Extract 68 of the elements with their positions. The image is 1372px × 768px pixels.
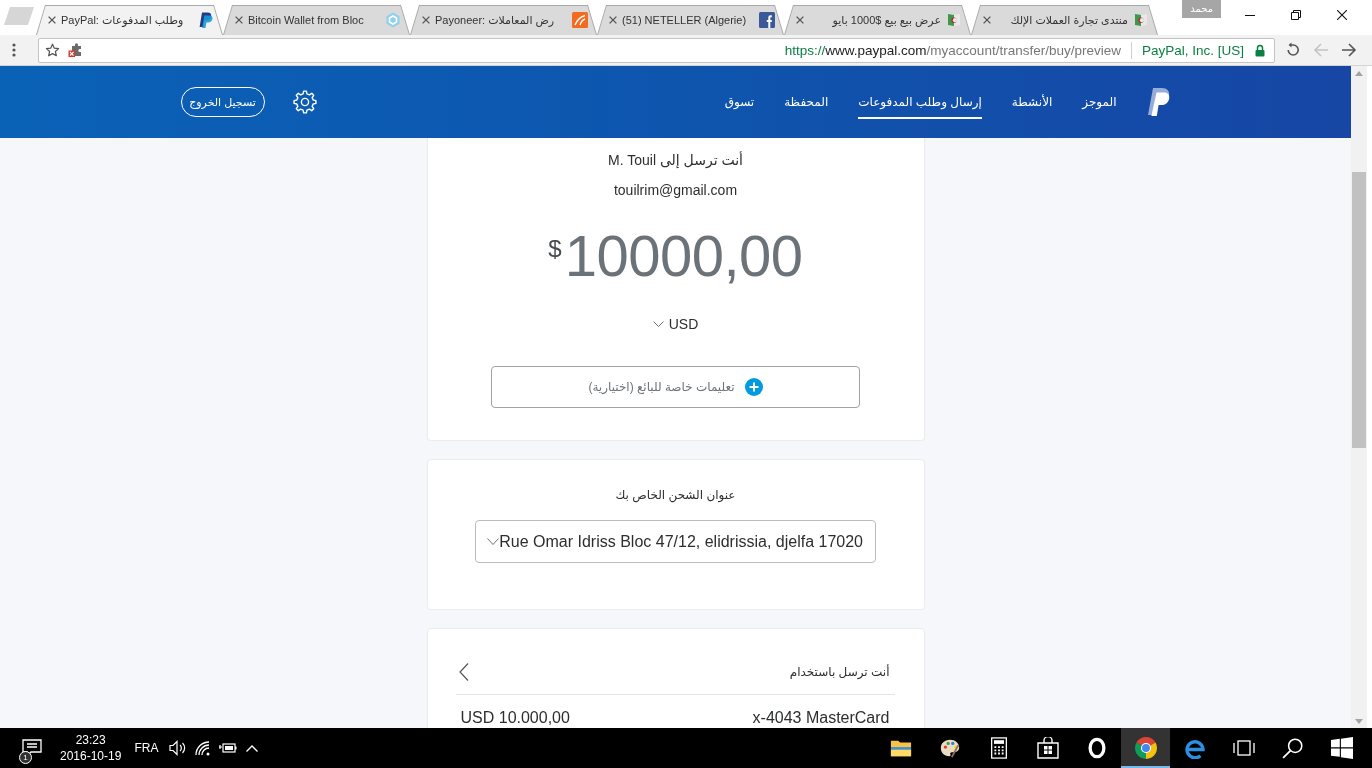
round-logo-icon (1134, 737, 1157, 759)
search-icon (1281, 737, 1304, 759)
close-icon[interactable] (983, 16, 991, 24)
arrow-right-icon[interactable] (1341, 42, 1357, 58)
taskbar-button[interactable] (1121, 728, 1170, 768)
nav-link[interactable]: إرسال وطلب المدفوعات (858, 85, 982, 119)
close-icon[interactable] (422, 16, 430, 24)
caret-up-icon[interactable] (246, 744, 259, 752)
browser-tab[interactable]: Payoneer: رض المعاملات (410, 5, 597, 35)
close-icon[interactable] (609, 16, 617, 24)
currency-symbol: $ (548, 237, 562, 261)
plus-icon (744, 378, 763, 396)
curve-tile-icon (572, 12, 588, 28)
chevron-down-icon (487, 538, 499, 545)
nav-link[interactable]: المحفظة (784, 85, 829, 119)
nav-link[interactable]: تسوق (724, 85, 755, 119)
restore-icon (1291, 10, 1301, 20)
battery-icon[interactable] (219, 740, 238, 756)
address-bar[interactable]: https://www.paypal.com/myaccount/transfer/buy/preview PayPal, Inc. [US] (38, 37, 1275, 63)
close-icon (1337, 10, 1347, 20)
start-icon (1330, 737, 1353, 759)
browser-tab[interactable]: PayPal: وطلب المدفوعات (36, 5, 223, 35)
lock-icon[interactable] (1255, 43, 1265, 57)
browser-tab[interactable]: منتدى تجارة العملات الإلك (971, 5, 1158, 35)
scroll-thumb[interactable] (1352, 172, 1366, 448)
settings-icon[interactable] (292, 90, 317, 114)
bag-icon (1036, 737, 1059, 759)
recipient-text: أنت ترسل إلى M. Touil (608, 150, 743, 170)
task-view-icon (1232, 737, 1255, 759)
volume-icon[interactable] (169, 740, 188, 756)
minimize-icon (1245, 14, 1255, 16)
browser-tab[interactable]: Bitcoin Wallet from Bloc (223, 5, 410, 35)
f-tile-icon (759, 12, 775, 28)
logo-icon (198, 12, 214, 28)
flag-icon (1133, 12, 1149, 28)
site-identity[interactable]: PayPal, Inc. [US] (1141, 42, 1244, 58)
chevron-left-icon[interactable] (458, 663, 469, 681)
amount-text: 10000,00 (564, 227, 803, 285)
close-icon[interactable] (796, 16, 804, 24)
logo-icon[interactable] (1146, 87, 1171, 117)
card-text: x-4043 MasterCard (752, 708, 890, 728)
close-icon[interactable] (235, 16, 243, 24)
email-text: touilrim@gmail.com (613, 181, 738, 200)
language-indicator[interactable]: FRA (134, 741, 159, 755)
nav-link[interactable]: الموجز (1082, 85, 1117, 119)
date-text[interactable]: 2016-10-19 (60, 748, 122, 764)
chevron-down-icon (652, 321, 664, 327)
browser-tab[interactable]: (51) NETELLER (Algerie) (597, 5, 784, 35)
scrollbar[interactable] (1351, 66, 1367, 728)
currency-dropdown[interactable]: USD (652, 314, 699, 334)
nav-link[interactable]: الأنشطة (1011, 85, 1053, 119)
star-icon[interactable] (45, 42, 60, 58)
reload-icon[interactable] (1285, 42, 1301, 58)
notes-button[interactable]: تعليمات خاصة للبائع (اختيارية) (491, 366, 860, 408)
close-icon[interactable] (48, 16, 56, 24)
palette-icon (938, 737, 961, 759)
flag-icon (946, 12, 962, 28)
hexagon-icon (385, 12, 401, 28)
e-logo-icon (1183, 737, 1206, 759)
funding-title: أنت ترسل باستخدام (789, 663, 890, 681)
notification-count: 1 (19, 751, 32, 764)
browser-tab[interactable]: عرض بيع بيع $1000 بايو (784, 5, 971, 35)
address-select[interactable]: Rue Omar Idriss Bloc 47/12, elidrissia, djelfa 17020 (475, 520, 876, 563)
shipping-label: عنوان الشحن الخاص بك (615, 487, 736, 504)
funding-amount: USD 10.000,00 (460, 708, 570, 728)
menu-icon[interactable] (12, 43, 16, 57)
puzzle-icon[interactable] (68, 42, 84, 58)
time-text[interactable]: 23:23 (75, 732, 106, 748)
